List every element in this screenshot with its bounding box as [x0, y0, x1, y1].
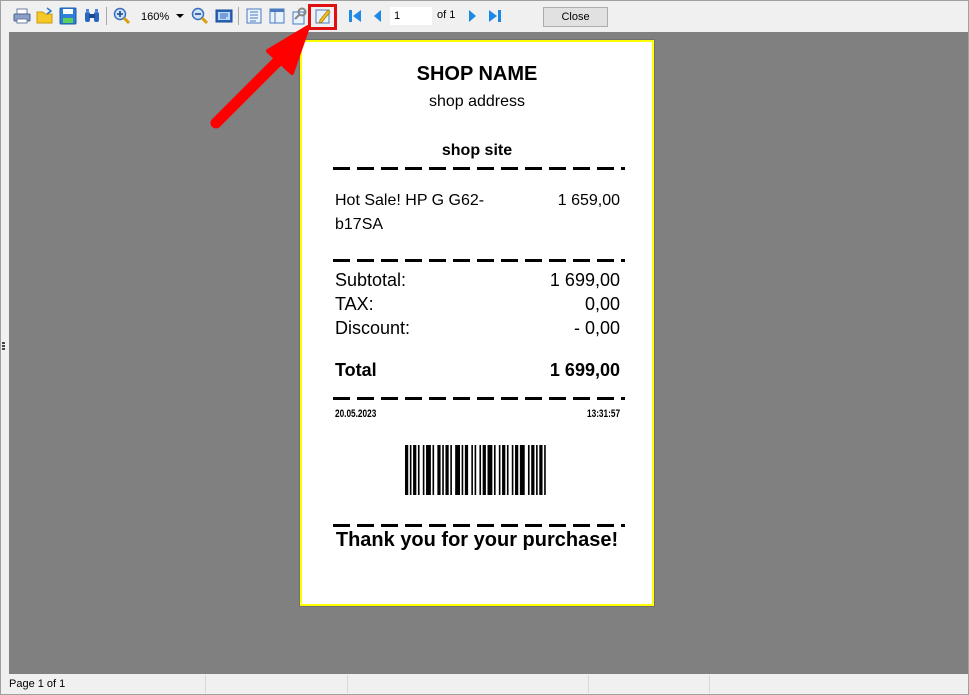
dashed-divider	[333, 397, 625, 400]
barcode-bar	[493, 445, 496, 495]
barcode-bar	[471, 445, 473, 495]
barcode-bar	[519, 445, 525, 495]
zoom-in-icon	[113, 7, 131, 25]
dashed-divider	[333, 259, 625, 262]
save-button[interactable]	[59, 7, 77, 25]
chevron-down-icon	[176, 14, 184, 18]
barcode-bar	[464, 445, 469, 495]
first-page-button[interactable]	[346, 7, 364, 25]
barcode-bar	[442, 445, 444, 495]
barcode-bar	[487, 445, 493, 495]
next-page-icon	[469, 10, 476, 22]
close-button[interactable]: Close	[543, 7, 608, 27]
total-value: 1 699,00	[549, 360, 620, 380]
printer-icon	[13, 8, 31, 24]
barcode	[405, 445, 546, 495]
floppy-disk-icon	[59, 7, 77, 25]
zoom-level-select[interactable]: 160%	[138, 8, 186, 25]
next-page-button[interactable]	[463, 7, 481, 25]
status-bar: Page 1 of 1	[1, 674, 968, 694]
page-count-label: of 1	[437, 9, 456, 21]
prev-page-button[interactable]	[369, 7, 387, 25]
receipt-time: 13:31:57	[586, 408, 620, 420]
toolbar: 160% 1 of 1 Close	[1, 1, 968, 32]
binoculars-icon	[85, 9, 99, 22]
shop-address: shop address	[428, 93, 526, 110]
thank-you-message: Thank you for your purchase!	[335, 529, 619, 551]
item-price: 1 659,00	[557, 192, 620, 209]
page-number-input[interactable]: 1	[390, 7, 432, 25]
status-cell	[348, 675, 589, 693]
barcode-bar	[506, 445, 509, 495]
barcode-bar	[426, 445, 431, 495]
status-cell	[589, 675, 710, 693]
open-folder-icon	[36, 7, 53, 24]
discount-value: - 0,00	[573, 318, 620, 338]
barcode-bar	[482, 445, 486, 495]
subtotal-value: 1 699,00	[549, 270, 620, 290]
splitter-handle[interactable]	[2, 342, 5, 351]
tax-value: 0,00	[584, 294, 620, 314]
toolbar-separator	[106, 7, 107, 25]
barcode-bar	[544, 445, 546, 495]
zoom-level-value: 160%	[141, 10, 170, 23]
discount-label: Discount:	[335, 318, 411, 338]
total-label: Total	[335, 360, 377, 380]
barcode-bar	[417, 445, 420, 495]
barcode-bar	[409, 445, 412, 495]
dashed-divider	[333, 167, 625, 170]
barcode-bar	[498, 445, 501, 495]
print-button[interactable]	[13, 7, 31, 25]
receipt-date: 20.05.2023	[335, 408, 377, 420]
barcode-bar	[455, 445, 461, 495]
item-name: Hot Sale! HP G G62-b17SA	[335, 192, 485, 233]
status-cell	[207, 675, 348, 693]
barcode-bar	[515, 445, 519, 495]
barcode-bar	[511, 445, 514, 495]
barcode-bar	[450, 445, 452, 495]
prev-page-icon	[374, 10, 381, 22]
barcode-bar	[405, 445, 409, 495]
barcode-bar	[502, 445, 506, 495]
barcode-bar	[413, 445, 417, 495]
barcode-bar	[432, 445, 435, 495]
barcode-bar	[461, 445, 464, 495]
status-page-info: Page 1 of 1	[1, 675, 206, 693]
barcode-bar	[445, 445, 449, 495]
zoom-in-button[interactable]	[113, 7, 131, 25]
find-button[interactable]	[83, 7, 101, 25]
dashed-divider	[333, 524, 625, 527]
shop-site: shop site	[441, 142, 513, 159]
barcode-bar	[437, 445, 441, 495]
tax-label: TAX:	[335, 294, 374, 314]
red-arrow-annotation	[210, 25, 310, 129]
barcode-bar	[531, 445, 535, 495]
first-page-icon	[349, 10, 361, 22]
barcode-bar	[527, 445, 530, 495]
barcode-bar	[422, 445, 425, 495]
barcode-bar	[539, 445, 543, 495]
barcode-bar	[536, 445, 538, 495]
barcode-bar	[474, 445, 477, 495]
last-page-icon	[489, 10, 501, 22]
shop-name: SHOP NAME	[416, 63, 538, 85]
subtotal-label: Subtotal:	[335, 270, 407, 290]
receipt-page: SHOP NAME shop address shop site Hot Sal…	[299, 39, 655, 607]
open-button[interactable]	[36, 7, 54, 25]
barcode-bar	[479, 445, 482, 495]
last-page-button[interactable]	[486, 7, 504, 25]
